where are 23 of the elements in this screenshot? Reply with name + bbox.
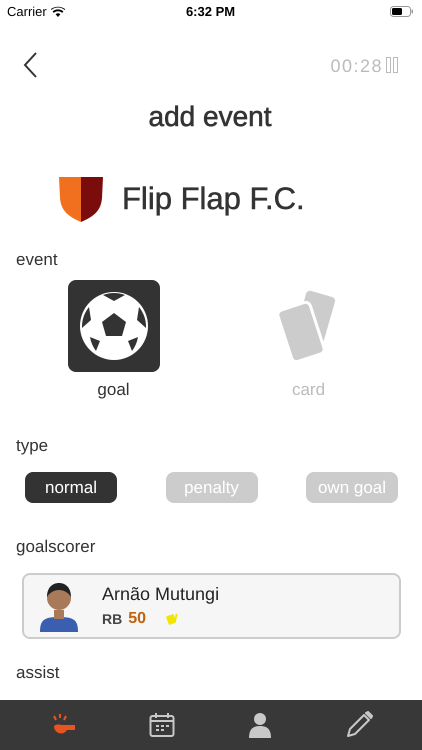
player-name: Arnão Mutungi bbox=[102, 584, 220, 605]
clock-time: 6:32 PM bbox=[186, 4, 236, 18]
calendar-icon[interactable] bbox=[148, 712, 175, 738]
section-label: type bbox=[16, 436, 50, 456]
soccer-ball-icon bbox=[78, 291, 148, 361]
team-crest-icon bbox=[58, 176, 104, 222]
battery-icon bbox=[390, 6, 414, 16]
section-label: assist bbox=[16, 663, 60, 683]
wifi-icon bbox=[50, 6, 65, 16]
player-avatar-icon bbox=[38, 580, 80, 632]
match-timer: 00:28 bbox=[330, 56, 383, 76]
section-label: goalscorer bbox=[16, 537, 96, 557]
player-position: RB bbox=[102, 611, 122, 627]
person-icon[interactable] bbox=[249, 712, 272, 738]
player-card[interactable]: Arnão Mutungi RB 50 bbox=[22, 573, 401, 639]
page-title: add event bbox=[148, 100, 272, 134]
carrier-name: Carrier bbox=[7, 4, 47, 18]
player-rating: 50 bbox=[128, 610, 146, 628]
team-name: Flip Flap F.C. bbox=[122, 181, 305, 217]
type-chip[interactable]: normal bbox=[25, 472, 117, 503]
section-label: event bbox=[16, 250, 59, 270]
event-option[interactable]: goal bbox=[16, 280, 211, 400]
pencil-icon[interactable] bbox=[344, 711, 373, 739]
